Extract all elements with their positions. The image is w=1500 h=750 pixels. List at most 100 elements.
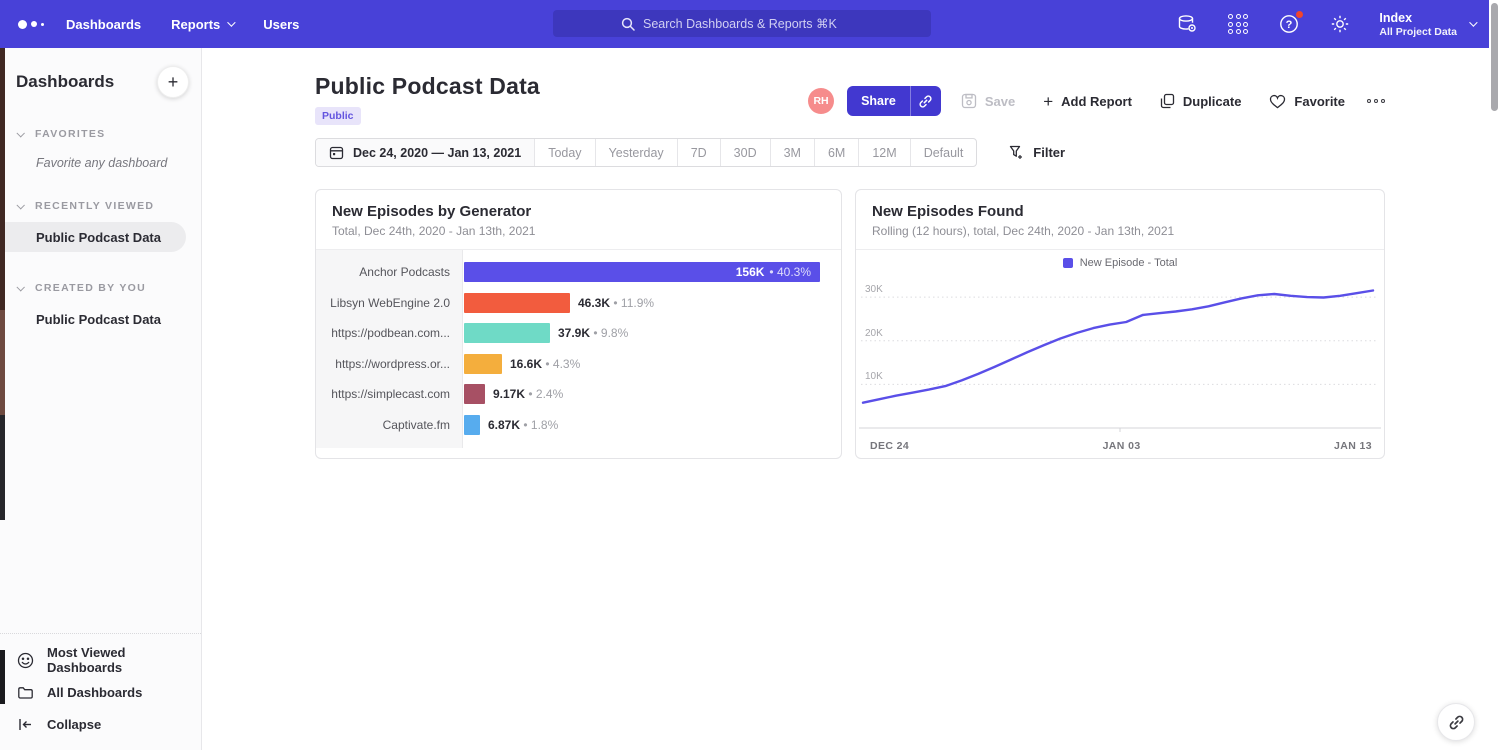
bar-chart: Anchor Podcasts 156K 40.3% Libsyn WebEng — [316, 250, 841, 459]
save-label: Save — [985, 94, 1015, 109]
bar-libsyn[interactable] — [464, 293, 570, 313]
save-button[interactable]: Save — [961, 93, 1015, 109]
all-dashboards-button[interactable]: All Dashboards — [0, 676, 201, 708]
dashboard-actions: RH Share Save — [808, 86, 1385, 116]
y-tick-label: 20K — [865, 328, 883, 339]
project-name: Index — [1379, 11, 1457, 26]
section-favorites[interactable]: FAVORITES — [0, 128, 201, 140]
bar-category-label: Anchor Podcasts — [316, 265, 463, 279]
bar-value: 6.87K 1.8% — [488, 418, 558, 432]
favorites-empty-text: Favorite any dashboard — [36, 156, 201, 170]
preset-6m[interactable]: 6M — [814, 139, 858, 166]
date-toolbar: Dec 24, 2020 — Jan 13, 2021 Today Yester… — [315, 138, 1500, 167]
most-viewed-dashboards-button[interactable]: Most Viewed Dashboards — [0, 644, 201, 676]
section-created-by-you[interactable]: CREATED BY YOU — [0, 282, 201, 294]
bar-category-label: https://podbean.com... — [316, 326, 463, 340]
preset-7d[interactable]: 7D — [677, 139, 720, 166]
bar-captivate[interactable] — [464, 415, 480, 435]
preset-yesterday[interactable]: Yesterday — [595, 139, 677, 166]
chart-title: New Episodes by Generator — [332, 203, 825, 220]
apps-grid-icon[interactable] — [1226, 12, 1250, 36]
duplicate-label: Duplicate — [1183, 94, 1242, 109]
project-switcher[interactable]: Index All Project Data — [1379, 11, 1475, 38]
page-title: Public Podcast Data — [315, 73, 540, 100]
sidebar: Dashboards + FAVORITES Favorite any dash… — [0, 48, 202, 750]
section-recently-viewed[interactable]: RECENTLY VIEWED — [0, 200, 201, 212]
global-search[interactable] — [553, 10, 931, 37]
bar-percent: 4.3% — [545, 357, 580, 371]
bar-row[interactable]: https://wordpress.or... 16.6K 4.3% — [316, 349, 841, 380]
add-dashboard-button[interactable]: + — [157, 66, 189, 98]
app-logo[interactable] — [0, 20, 66, 29]
chevron-down-icon — [16, 201, 24, 209]
data-icon[interactable] — [1175, 12, 1199, 36]
link-icon — [1448, 714, 1465, 731]
bar-percent: 9.8% — [593, 326, 628, 340]
bar-row[interactable]: https://simplecast.com 9.17K 2.4% — [316, 379, 841, 410]
avatar[interactable]: RH — [808, 88, 834, 114]
link-icon — [918, 94, 933, 109]
date-range-bar: Dec 24, 2020 — Jan 13, 2021 Today Yester… — [315, 138, 977, 167]
share-button[interactable]: Share — [847, 86, 910, 116]
y-tick-label: 10K — [865, 371, 883, 382]
sidebar-item-public-podcast-data[interactable]: Public Podcast Data — [0, 222, 186, 252]
legend-label: New Episode - Total — [1080, 257, 1178, 269]
bar-row[interactable]: Libsyn WebEngine 2.0 46.3K 11.9% — [316, 288, 841, 319]
help-icon[interactable]: ? — [1277, 12, 1301, 36]
nav-item-reports-label: Reports — [171, 17, 220, 32]
nav-item-reports[interactable]: Reports — [171, 17, 233, 32]
nav-item-users[interactable]: Users — [263, 17, 299, 32]
bar-wordpress[interactable] — [464, 354, 502, 374]
section-created-by-you-label: CREATED BY YOU — [35, 282, 146, 294]
bar-category-label: https://wordpress.or... — [316, 357, 463, 371]
preset-3m[interactable]: 3M — [770, 139, 814, 166]
line-chart[interactable]: 30K 20K 10K — [859, 276, 1381, 436]
x-tick-label: DEC 24 — [870, 440, 909, 452]
bar-row[interactable]: https://podbean.com... 37.9K 9.8% — [316, 318, 841, 349]
more-actions-button[interactable] — [1367, 99, 1385, 103]
preset-today[interactable]: Today — [534, 139, 594, 166]
bar-row[interactable]: Captivate.fm 6.87K 1.8% — [316, 410, 841, 441]
top-nav: Dashboards Reports Users — [0, 0, 1489, 48]
all-dashboards-label: All Dashboards — [47, 685, 142, 700]
preset-default[interactable]: Default — [910, 139, 977, 166]
bar-percent: 11.9% — [613, 296, 654, 310]
legend-swatch — [1063, 258, 1073, 268]
notification-badge — [1295, 10, 1304, 19]
search-input[interactable] — [643, 17, 863, 31]
card-new-episodes-by-generator[interactable]: New Episodes by Generator Total, Dec 24t… — [315, 189, 842, 459]
chart-subtitle: Rolling (12 hours), total, Dec 24th, 202… — [872, 224, 1368, 238]
favorite-button[interactable]: Favorite — [1269, 94, 1345, 109]
chart-title: New Episodes Found — [872, 203, 1368, 220]
copy-link-button[interactable] — [910, 86, 941, 116]
filter-label: Filter — [1033, 145, 1065, 160]
filter-button[interactable]: Filter — [1009, 145, 1065, 160]
section-favorites-label: FAVORITES — [35, 128, 105, 140]
bar-category-label: Captivate.fm — [316, 418, 463, 432]
search-icon — [621, 17, 635, 31]
calendar-icon — [329, 145, 344, 160]
save-icon — [961, 93, 977, 109]
preset-12m[interactable]: 12M — [858, 139, 909, 166]
chart-subtitle: Total, Dec 24th, 2020 - Jan 13th, 2021 — [332, 224, 825, 238]
date-range-picker[interactable]: Dec 24, 2020 — Jan 13, 2021 — [316, 139, 534, 166]
card-new-episodes-found[interactable]: New Episodes Found Rolling (12 hours), t… — [855, 189, 1385, 459]
bar-simplecast[interactable] — [464, 384, 485, 404]
vertical-scrollbar[interactable] — [1491, 3, 1498, 111]
settings-gear-icon[interactable] — [1328, 12, 1352, 36]
share-link-fab[interactable] — [1437, 703, 1475, 741]
collapse-button[interactable]: Collapse — [0, 708, 201, 740]
bar-value: 46.3K 11.9% — [578, 296, 654, 310]
bar-podbean[interactable] — [464, 323, 550, 343]
bar-row[interactable]: Anchor Podcasts 156K 40.3% — [316, 257, 841, 288]
visibility-badge: Public — [315, 107, 361, 125]
sidebar-item-public-podcast-data-2[interactable]: Public Podcast Data — [0, 304, 201, 334]
nav-item-dashboards[interactable]: Dashboards — [66, 17, 141, 32]
y-tick-label: 30K — [865, 284, 883, 295]
bar-anchor-podcasts[interactable]: 156K 40.3% — [464, 262, 820, 282]
add-report-button[interactable]: + Add Report — [1043, 93, 1132, 110]
preset-30d[interactable]: 30D — [720, 139, 770, 166]
bar-percent: 40.3% — [769, 265, 811, 279]
x-tick-label: JAN 13 — [1334, 440, 1372, 452]
duplicate-button[interactable]: Duplicate — [1160, 93, 1242, 109]
